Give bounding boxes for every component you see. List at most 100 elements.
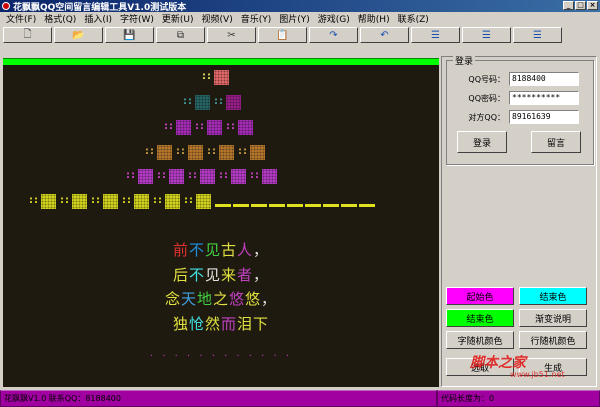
poem-char: 下 [253, 315, 270, 333]
colon-dots: :: [238, 146, 248, 157]
editor-canvas[interactable]: ::::::::::::::::::::::::::::::::::::::::… [3, 65, 439, 387]
align-center-button[interactable]: ☰ [462, 27, 511, 43]
save-button[interactable]: 💾 [105, 27, 154, 43]
status-bar: 花飘飘V1.0 联系QQ：8188400 代码长度为：0 [0, 390, 600, 407]
watermark-url: www.jb51.net [510, 370, 565, 379]
colon-dots: :: [214, 96, 224, 107]
pattern-cell [134, 193, 149, 209]
colon-dots: :: [188, 170, 198, 181]
poem-char: 怆 [188, 315, 205, 333]
menu-item-10[interactable]: 联系(Z) [394, 12, 433, 25]
colon-dots: :: [164, 121, 174, 132]
poem-char: 泪 [237, 315, 254, 333]
menu-item-2[interactable]: 插入(I) [80, 12, 116, 25]
qq-number-label: QQ号码： [468, 75, 505, 84]
menu-bar: 文件(F) 格式(Q) 插入(I) 字符(W) 更新(U) 视频(V) 音乐(Y) 图片(Y)… [0, 12, 600, 25]
pattern-cell [238, 119, 253, 135]
login-button[interactable]: 登录 [457, 131, 507, 153]
gradient-help-button[interactable]: 渐变说明 [519, 309, 587, 327]
menu-item-0[interactable]: 文件(F) [2, 12, 40, 25]
colon-dots: :: [60, 195, 70, 206]
dash-segment [305, 203, 321, 207]
menu-item-4[interactable]: 更新(U) [158, 12, 198, 25]
align-left-icon: ☰ [431, 29, 440, 41]
colon-dots: :: [91, 195, 101, 206]
qq-number-field[interactable]: 8188400 [509, 72, 579, 86]
editor-ruler [3, 58, 439, 65]
pyramid-row: :::::::::: [126, 168, 281, 184]
close-button[interactable]: × [587, 1, 598, 10]
colon-dots: :: [183, 96, 193, 107]
colon-dots: :: [153, 195, 163, 206]
menu-item-3[interactable]: 字符(W) [116, 12, 158, 25]
pattern-cell [72, 193, 87, 209]
save-icon: 💾 [123, 29, 136, 41]
end-color-button-2[interactable]: 结束色 [446, 309, 514, 327]
poem-char: 不 [188, 266, 205, 284]
menu-item-7[interactable]: 图片(Y) [275, 12, 314, 25]
pattern-cell [176, 119, 191, 135]
menu-item-9[interactable]: 帮助(H) [354, 12, 394, 25]
redo-icon: ↷ [329, 29, 338, 41]
colon-dots: :: [145, 146, 155, 157]
qq-password-field[interactable]: ********** [509, 91, 579, 105]
dash-segment [215, 203, 231, 207]
poem-char: 之 [212, 290, 229, 308]
pattern-cell [165, 193, 180, 209]
char-random-color-button[interactable]: 字随机颜色 [446, 331, 514, 349]
poem-char: 后 [172, 266, 189, 284]
poem-char: 见 [204, 266, 221, 284]
pattern-cell [219, 144, 234, 160]
menu-item-8[interactable]: 游戏(G) [314, 12, 354, 25]
align-right-button[interactable]: ☰ [513, 27, 562, 43]
copy-button[interactable]: ⧉ [156, 27, 205, 43]
dash-segment [269, 203, 285, 207]
align-left-button[interactable]: ☰ [411, 27, 460, 43]
poem-line: 念天地之悠悠， [3, 288, 439, 309]
menu-item-1[interactable]: 格式(Q) [40, 12, 80, 25]
pyramid-row: :::::: [164, 119, 257, 135]
login-group-title: 登录 [453, 54, 476, 67]
cut-button[interactable]: ✂ [207, 27, 256, 43]
target-qq-label: 对方QQ： [468, 113, 505, 122]
pattern-cell [207, 119, 222, 135]
poem-char: 来 [221, 266, 238, 284]
undo-button[interactable]: ↶ [360, 27, 409, 43]
menu-item-5[interactable]: 视频(V) [198, 12, 237, 25]
poem-line: 前不见古人， [3, 239, 439, 260]
colon-dots: :: [226, 121, 236, 132]
dash-segment [287, 203, 303, 207]
redo-button[interactable]: ↷ [309, 27, 358, 43]
start-color-button[interactable]: 起始色 [446, 287, 514, 305]
poem-char: 独 [172, 315, 189, 333]
new-button[interactable]: 🗋 [3, 27, 52, 43]
pattern-cell [188, 144, 203, 160]
pattern-cell [157, 144, 172, 160]
end-color-button[interactable]: 结束色 [519, 287, 587, 305]
poem-char: 人 [237, 241, 254, 259]
pyramid-row: :: [202, 69, 233, 85]
toolbar: 🗋 📂 💾 ⧉ ✂ 📋 ↷ ↶ ☰ ☰ ☰ [0, 27, 600, 45]
watermark-logo: 脚本之家 [470, 355, 526, 371]
open-button[interactable]: 📂 [54, 27, 103, 43]
line-random-color-button[interactable]: 行随机颜色 [519, 331, 587, 349]
leave-message-button[interactable]: 留言 [531, 131, 581, 153]
pattern-cell [226, 94, 241, 110]
dash-segment [251, 203, 267, 207]
colon-dots: :: [29, 195, 39, 206]
colon-dots: :: [207, 146, 217, 157]
title-bar: 花飘飘QQ空间留言编辑工具V1.0测试版本 _ □ × [0, 0, 600, 13]
paste-button[interactable]: 📋 [258, 27, 307, 43]
target-qq-field[interactable]: 89161639 [509, 110, 579, 124]
minimize-button[interactable]: _ [563, 1, 574, 10]
colon-dots: :: [176, 146, 186, 157]
dash-segment [341, 203, 357, 207]
menu-item-6[interactable]: 音乐(Y) [237, 12, 276, 25]
poem-char: 念 [164, 290, 181, 308]
pattern-cell [138, 168, 153, 184]
pattern-cell [214, 69, 229, 85]
colon-dots: :: [157, 170, 167, 181]
maximize-button[interactable]: □ [575, 1, 586, 10]
cut-icon: ✂ [227, 29, 236, 41]
dash-segment [323, 203, 339, 207]
